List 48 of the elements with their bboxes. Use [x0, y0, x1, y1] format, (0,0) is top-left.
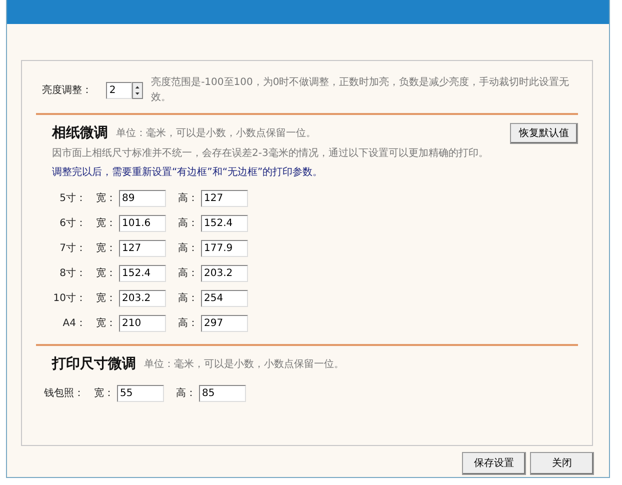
reset-button[interactable]: 恢复默认值 — [510, 123, 578, 144]
width-label: 宽： — [96, 216, 116, 231]
size-label: 8寸： — [58, 266, 86, 281]
height-field[interactable]: 203.2 — [201, 265, 248, 282]
height-label: 高： — [178, 242, 198, 256]
width-field[interactable]: 55 — [117, 385, 164, 402]
height-field[interactable]: 85 — [199, 385, 246, 402]
dialog-button[interactable]: 关闭 — [530, 452, 594, 475]
spinner-icon[interactable] — [132, 82, 144, 98]
height-label: 高： — [178, 192, 198, 206]
height-field[interactable]: 254 — [201, 290, 248, 307]
unit-note: 单位：毫米，可以是小数，小数点保留一位。 — [116, 126, 316, 141]
width-label: 宽： — [96, 316, 116, 331]
size-label: A4： — [62, 317, 86, 331]
height-field[interactable]: 177.9 — [201, 240, 248, 257]
size-label: 钱包照： — [43, 387, 84, 401]
paper-note: 因市面上相纸尺寸标准并不统一，会存在误差2-3毫米的情况，通过以下设置可以更加精确的打印。 — [52, 146, 490, 161]
width-label: 宽： — [94, 386, 114, 401]
height-label: 高： — [178, 316, 198, 331]
brightness-label: 亮度调整： — [42, 84, 93, 98]
width-field[interactable]: 89 — [119, 190, 166, 207]
dialog-button[interactable]: 保存设置 — [462, 452, 526, 475]
width-label: 宽： — [96, 242, 116, 256]
brightness-field[interactable]: 2 — [106, 82, 132, 98]
brightness-hint: 亮度范围是-100至100，为0时不做调整，正数时加亮，负数是减少亮度，手动裁切时此设置无效。 — [151, 76, 570, 105]
width-label: 宽： — [96, 192, 116, 206]
width-field[interactable]: 101.6 — [119, 215, 166, 232]
height-label: 高： — [178, 292, 198, 306]
unit-note: 单位：毫米，可以是小数，小数点保留一位。 — [144, 358, 344, 372]
height-field[interactable]: 127 — [201, 190, 248, 207]
height-label: 高： — [178, 266, 198, 281]
section-title: 打印尺寸微调 — [52, 355, 136, 374]
width-label: 宽： — [96, 292, 116, 306]
width-field[interactable]: 203.2 — [119, 290, 166, 307]
warning-text: 调整完以后，需要重新设置“有边框”和“无边框”的打印参数。 — [52, 166, 324, 180]
width-field[interactable]: 127 — [119, 240, 166, 257]
height-field[interactable]: 152.4 — [201, 215, 248, 232]
height-label: 高： — [178, 216, 198, 231]
height-field[interactable]: 297 — [201, 315, 248, 332]
size-label: 10寸： — [52, 292, 86, 306]
height-label: 高： — [176, 386, 196, 401]
width-field[interactable]: 152.4 — [119, 265, 166, 282]
width-field[interactable]: 210 — [119, 315, 166, 332]
section-title: 相纸微调 — [52, 124, 108, 143]
size-label: 5寸： — [58, 192, 86, 206]
size-label: 7寸： — [58, 242, 86, 256]
size-label: 6寸： — [58, 216, 86, 231]
width-label: 宽： — [96, 266, 116, 281]
